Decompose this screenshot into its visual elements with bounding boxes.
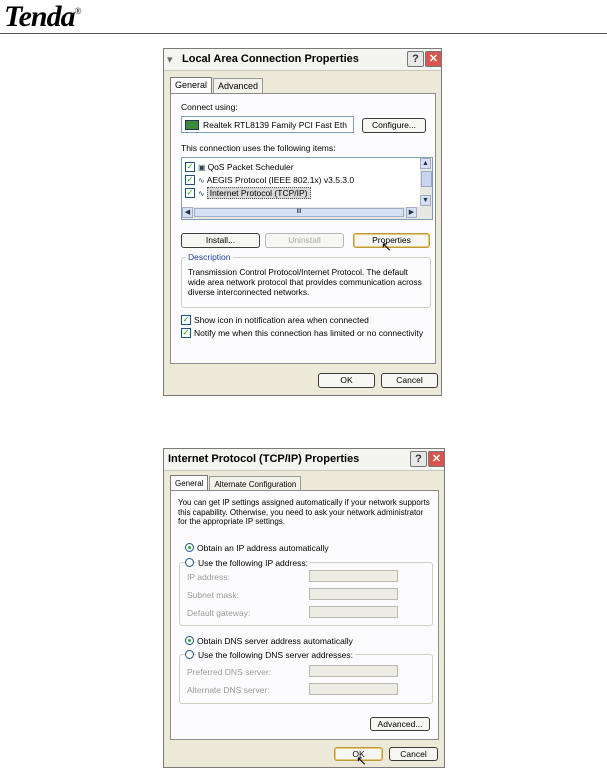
show-icon-checkbox[interactable]: ✓ Show icon in notification area when co… xyxy=(181,315,369,325)
list-item-selected[interactable]: ✓ ∿ Internet Protocol (TCP/IP) xyxy=(185,187,311,199)
horizontal-scrollbar[interactable]: ◀ III ▶ xyxy=(182,207,432,219)
scheduler-icon: ▣ xyxy=(198,162,206,172)
install-button[interactable]: Install... xyxy=(181,233,260,248)
notify-checkbox[interactable]: ✓ Notify me when this connection has lim… xyxy=(181,328,423,338)
logo-text: Tenda xyxy=(4,0,76,33)
dialog-title: Internet Protocol (TCP/IP) Properties xyxy=(168,453,360,465)
scroll-down-icon[interactable]: ▼ xyxy=(420,195,431,206)
scroll-thumb[interactable] xyxy=(421,171,432,187)
subnet-mask-field xyxy=(309,588,398,600)
alternate-dns-field xyxy=(309,683,398,695)
ok-button[interactable]: OK xyxy=(318,373,375,388)
close-button[interactable]: ✕ xyxy=(425,51,442,67)
tcpip-properties-dialog: Internet Protocol (TCP/IP) Properties ? … xyxy=(163,448,445,768)
grip-icon: III xyxy=(296,209,302,215)
components-list[interactable]: ✓ ▣ QoS Packet Scheduler ✓ ∿ AEGIS Proto… xyxy=(181,157,433,220)
network-card-icon xyxy=(185,120,199,130)
dialog-titlebar[interactable]: Internet Protocol (TCP/IP) Properties ? … xyxy=(164,449,445,471)
use-ip-radio[interactable] xyxy=(185,558,194,567)
help-button[interactable]: ? xyxy=(410,451,427,467)
connect-using-label: Connect using: xyxy=(181,102,238,112)
adapter-name: Realtek RTL8139 Family PCI Fast Eth xyxy=(203,120,347,130)
obtain-ip-label: Obtain an IP address automatically xyxy=(197,543,329,553)
items-label: This connection uses the following items… xyxy=(181,143,336,153)
checkbox-checked[interactable]: ✓ xyxy=(181,315,191,325)
tab-advanced[interactable]: Advanced xyxy=(213,78,264,94)
use-dns-radio[interactable] xyxy=(185,650,194,659)
intro-text: You can get IP settings assigned automat… xyxy=(178,498,430,526)
protocol-icon: ∿ xyxy=(198,188,205,198)
list-item[interactable]: ✓ ∿ AEGIS Protocol (IEEE 802.1x) v3.5.3.… xyxy=(185,174,354,186)
obtain-ip-radio[interactable] xyxy=(185,543,194,552)
subnet-mask-label: Subnet mask: xyxy=(187,590,239,600)
checkbox-checked[interactable]: ✓ xyxy=(185,175,195,185)
list-item-label: QoS Packet Scheduler xyxy=(207,162,294,172)
help-button[interactable]: ? xyxy=(407,51,424,67)
obtain-dns-radio[interactable] xyxy=(185,636,194,645)
scroll-thumb-horizontal[interactable]: III xyxy=(194,208,404,217)
vertical-scrollbar[interactable]: ▲ ▼ xyxy=(420,158,432,207)
cancel-button[interactable]: Cancel xyxy=(389,747,438,761)
description-title: Description xyxy=(186,252,233,262)
dialog-titlebar[interactable]: ▾ Local Area Connection Properties ? ✕ xyxy=(164,49,442,71)
advanced-button[interactable]: Advanced... xyxy=(370,717,430,731)
obtain-dns-label: Obtain DNS server address automatically xyxy=(197,636,353,646)
list-item-label: AEGIS Protocol (IEEE 802.1x) v3.5.3.0 xyxy=(206,175,355,185)
checkbox-checked[interactable]: ✓ xyxy=(181,328,191,338)
preferred-dns-field xyxy=(309,665,398,677)
dialog-title: Local Area Connection Properties xyxy=(182,53,359,65)
preferred-dns-label: Preferred DNS server: xyxy=(187,667,272,677)
checkbox-checked[interactable]: ✓ xyxy=(185,188,195,198)
general-panel: Connect using: Realtek RTL8139 Family PC… xyxy=(170,93,436,364)
default-gateway-label: Default gateway: xyxy=(187,608,251,618)
uninstall-button: Uninstall xyxy=(265,233,344,248)
registered-mark: ® xyxy=(74,6,82,16)
configure-button[interactable]: Configure... xyxy=(362,118,426,133)
show-icon-label: Show icon in notification area when conn… xyxy=(194,315,369,325)
scroll-up-icon[interactable]: ▲ xyxy=(420,158,431,169)
tenda-logo: Tenda® xyxy=(4,0,82,34)
use-dns-label: Use the following DNS server addresses: xyxy=(196,650,355,660)
cancel-button[interactable]: Cancel xyxy=(381,373,438,388)
description-text: Transmission Control Protocol/Internet P… xyxy=(188,267,422,297)
ip-address-field xyxy=(309,570,398,582)
scroll-right-icon[interactable]: ▶ xyxy=(406,207,417,218)
mouse-pointer-icon: ↖ xyxy=(381,239,392,254)
alternate-dns-label: Alternate DNS server: xyxy=(187,685,270,695)
tab-general[interactable]: General xyxy=(170,77,213,94)
list-item-label: Internet Protocol (TCP/IP) xyxy=(206,187,311,199)
adapter-field: Realtek RTL8139 Family PCI Fast Eth xyxy=(181,116,354,133)
scroll-left-icon[interactable]: ◀ xyxy=(182,207,193,218)
use-ip-label: Use the following IP address: xyxy=(196,558,310,568)
header-divider xyxy=(0,33,607,34)
close-button[interactable]: ✕ xyxy=(428,451,445,467)
checkbox-checked[interactable]: ✓ xyxy=(185,162,195,172)
description-group: Description Transmission Control Protoco… xyxy=(181,252,431,308)
default-gateway-field xyxy=(309,606,398,618)
general-panel: You can get IP settings assigned automat… xyxy=(170,490,439,740)
network-icon: ▾ xyxy=(167,54,173,66)
ip-address-label: IP address: xyxy=(187,572,230,582)
static-ip-group: Use the following IP address: IP address… xyxy=(179,558,433,626)
mouse-pointer-icon: ↖ xyxy=(356,753,367,768)
notify-label: Notify me when this connection has limit… xyxy=(194,328,424,338)
static-dns-group: Use the following DNS server addresses: … xyxy=(179,650,433,704)
list-item[interactable]: ✓ ▣ QoS Packet Scheduler xyxy=(185,161,294,173)
local-area-connection-dialog: ▾ Local Area Connection Properties ? ✕ G… xyxy=(163,48,442,396)
protocol-icon: ∿ xyxy=(198,175,205,185)
